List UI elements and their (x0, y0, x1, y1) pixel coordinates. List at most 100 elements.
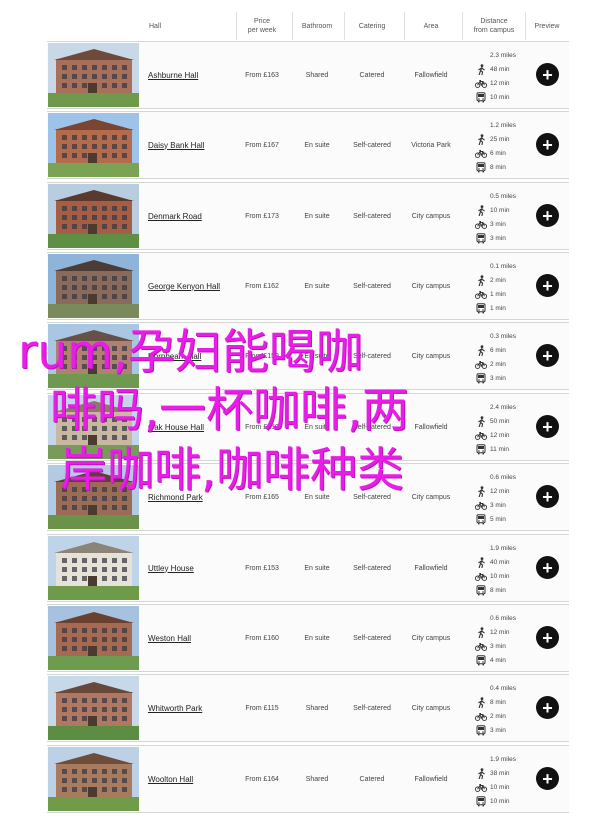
distance-cell: 0.1 miles 2 min 1 min 1 min (475, 259, 545, 315)
walking-person-icon (475, 204, 487, 216)
walking-person-icon (475, 133, 487, 145)
header-divider (525, 12, 526, 40)
bike-time: 12 min (475, 76, 545, 90)
bike-time: 1 min (475, 287, 545, 301)
bike-time: 6 min (475, 146, 545, 160)
plus-icon: + (542, 557, 553, 578)
walking-person-icon (475, 344, 487, 356)
hall-name-link[interactable]: Uttley House (148, 535, 194, 601)
distance-miles: 0.6 miles (490, 614, 517, 622)
plus-icon: + (542, 205, 553, 226)
preview-plus-button[interactable]: + (536, 556, 559, 579)
bicycle-icon (475, 429, 487, 441)
distance-miles: 1.9 miles (490, 544, 517, 552)
plus-icon: + (542, 134, 553, 155)
hall-photo[interactable] (48, 43, 139, 107)
plus-icon: + (542, 768, 553, 789)
hall-name-link[interactable]: Denmark Road (148, 183, 202, 249)
price-cell: From £160 (245, 634, 279, 642)
bike-time: 3 min (475, 639, 545, 653)
catering-cell: Self-catered (353, 564, 391, 572)
hall-name-link[interactable]: George Kenyon Hall (148, 253, 220, 319)
area-cell: City campus (411, 493, 451, 501)
walk-time: 48 min (475, 62, 545, 76)
preview-plus-button[interactable]: + (536, 204, 559, 227)
preview-plus-button[interactable]: + (536, 696, 559, 719)
hall-name-link[interactable]: Richmond Park (148, 464, 203, 530)
distance-miles: 0.1 miles (490, 262, 517, 270)
preview-plus-button[interactable]: + (536, 415, 559, 438)
preview-plus-button[interactable]: + (536, 626, 559, 649)
preview-plus-button[interactable]: + (536, 63, 559, 86)
walk-time: 2 min (475, 273, 545, 287)
hall-photo[interactable] (48, 254, 139, 318)
catering-cell: Self-catered (353, 704, 391, 712)
preview-plus-button[interactable]: + (536, 344, 559, 367)
bathroom-cell: En suite (304, 423, 330, 431)
catering-cell: Catered (359, 775, 385, 783)
catering-cell: Catered (359, 71, 385, 79)
table-row: George Kenyon Hall From £162 En suite Se… (47, 252, 569, 320)
table-row: Uttley House From £153 En suite Self-cat… (47, 534, 569, 602)
bathroom-cell: En suite (304, 634, 330, 642)
bicycle-icon (475, 77, 487, 89)
hall-name-link[interactable]: Ashburne Hall (148, 42, 198, 108)
hall-name-link[interactable]: Hornbeam Hall (148, 323, 201, 389)
preview-plus-button[interactable]: + (536, 485, 559, 508)
header-divider (236, 12, 237, 40)
hall-photo[interactable] (48, 536, 139, 600)
preview-plus-button[interactable]: + (536, 767, 559, 790)
catering-cell: Self-catered (353, 282, 391, 290)
hall-name-link[interactable]: Woolton Hall (148, 746, 193, 812)
hall-photo[interactable] (48, 113, 139, 177)
area-cell: Fallowfield (414, 775, 448, 783)
hall-photo[interactable] (48, 324, 139, 388)
price-cell: From £164 (245, 775, 279, 783)
table-row: Oak House Hall From £150 En suite Self-c… (47, 393, 569, 461)
bathroom-cell: Shared (305, 71, 329, 79)
hall-photo[interactable] (48, 747, 139, 811)
distance-cell: 1.2 miles 25 min 6 min 8 min (475, 118, 545, 174)
hall-photo[interactable] (48, 606, 139, 670)
table-row: Whitworth Park From £115 Shared Self-cat… (47, 674, 569, 742)
hall-photo[interactable] (48, 465, 139, 529)
bus-icon (475, 232, 487, 244)
bus-icon (475, 795, 487, 807)
bicycle-icon (475, 781, 487, 793)
catering-cell: Self-catered (353, 141, 391, 149)
hall-name-link[interactable]: Oak House Hall (148, 394, 204, 460)
bus-icon (475, 584, 487, 596)
hall-name-link[interactable]: Weston Hall (148, 605, 191, 671)
walk-time: 50 min (475, 414, 545, 428)
bathroom-cell: Shared (305, 775, 329, 783)
bus-icon (475, 161, 487, 173)
bus-time: 3 min (475, 723, 545, 737)
hall-photo[interactable] (48, 184, 139, 248)
bicycle-icon (475, 710, 487, 722)
distance-miles: 2.3 miles (490, 51, 517, 59)
preview-plus-button[interactable]: + (536, 133, 559, 156)
col-header-catering: Catering (358, 22, 386, 30)
price-cell: From £153 (245, 564, 279, 572)
bicycle-icon (475, 218, 487, 230)
plus-icon: + (542, 275, 553, 296)
bike-time: 10 min (475, 780, 545, 794)
table-row: Woolton Hall From £164 Shared Catered Fa… (47, 745, 569, 813)
bus-time: 10 min (475, 90, 545, 104)
hall-photo[interactable] (48, 395, 139, 459)
plus-icon: + (542, 345, 553, 366)
hall-name-link[interactable]: Whitworth Park (148, 675, 202, 741)
header-divider (344, 12, 345, 40)
bicycle-icon (475, 358, 487, 370)
bike-time: 10 min (475, 569, 545, 583)
table-row: Denmark Road From £173 En suite Self-cat… (47, 182, 569, 250)
distance-cell: 1.9 miles 40 min 10 min 8 min (475, 541, 545, 597)
bus-icon (475, 654, 487, 666)
hall-photo[interactable] (48, 676, 139, 740)
distance-cell: 0.6 miles 12 min 3 min 4 min (475, 611, 545, 667)
hall-name-link[interactable]: Daisy Bank Hall (148, 112, 204, 178)
walk-time: 12 min (475, 625, 545, 639)
bike-time: 3 min (475, 498, 545, 512)
catering-cell: Self-catered (353, 493, 391, 501)
preview-plus-button[interactable]: + (536, 274, 559, 297)
